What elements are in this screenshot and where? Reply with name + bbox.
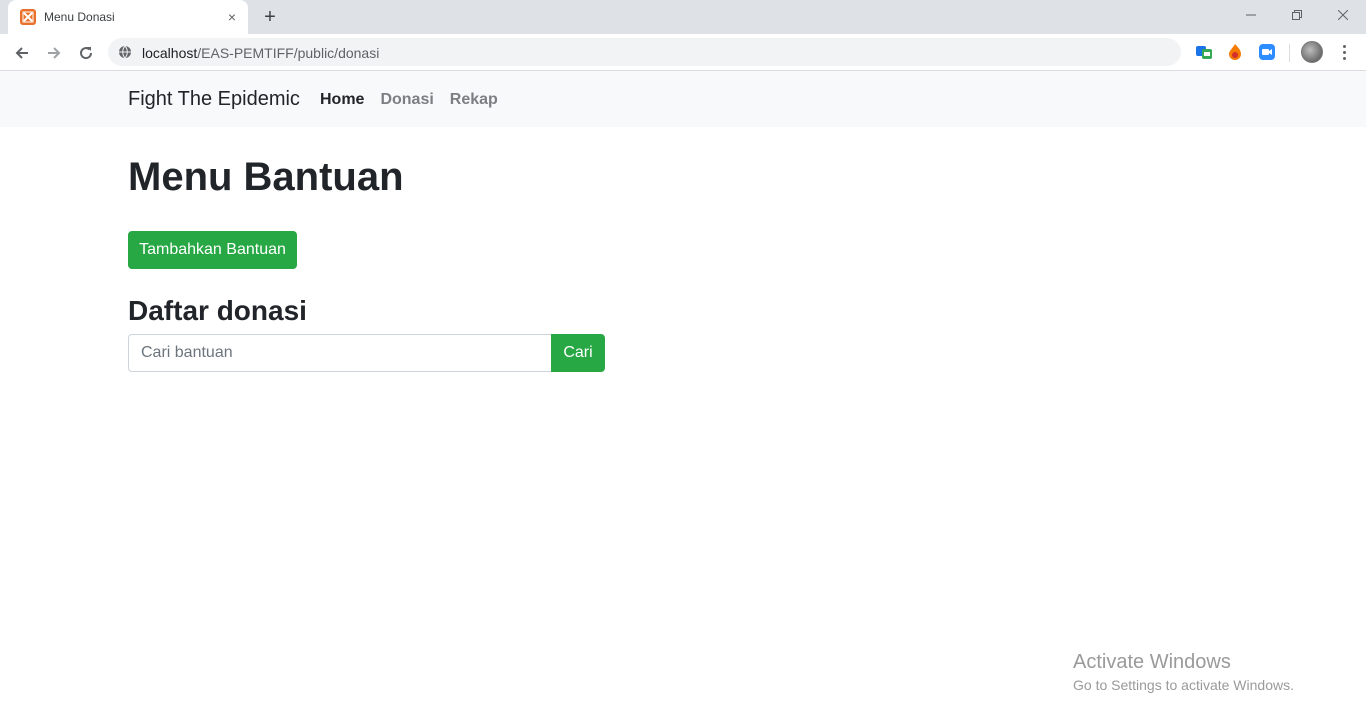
watermark-subtitle: Go to Settings to activate Windows. [1073,677,1294,693]
close-icon [1338,10,1348,20]
address-bar[interactable]: localhost/EAS-PEMTIFF/public/donasi [108,38,1181,66]
toolbar-separator [1289,44,1290,62]
arrow-left-icon [15,47,28,59]
browser-tabstrip: Menu Donasi × + [0,0,1366,34]
arrow-right-icon [48,47,61,59]
search-button[interactable]: Cari [551,334,605,372]
minimize-button[interactable] [1228,0,1274,30]
new-tab-button[interactable]: + [258,6,282,28]
reload-button[interactable] [72,39,100,67]
tab-title: Menu Donasi [44,10,115,24]
restore-icon [1292,10,1302,20]
nav-link-home[interactable]: Home [320,91,364,109]
minimize-icon [1246,14,1256,16]
kebab-menu-icon[interactable] [1334,42,1354,62]
url-host: localhost [142,45,198,61]
url-text: localhost/EAS-PEMTIFF/public/donasi [142,45,379,61]
add-donation-button[interactable]: Tambahkan Bantuan [128,231,297,269]
profile-avatar[interactable] [1301,41,1323,63]
xampp-icon [20,9,36,25]
browser-toolbar: localhost/EAS-PEMTIFF/public/donasi [0,34,1366,71]
nav-link-rekap[interactable]: Rekap [450,91,498,109]
zoom-extension-icon[interactable] [1258,43,1276,61]
translate-extension-icon[interactable] [1195,43,1213,61]
browser-tab[interactable]: Menu Donasi × [8,0,248,34]
windows-activation-watermark: Activate Windows Go to Settings to activ… [1073,650,1294,696]
reload-icon [80,47,93,60]
search-input[interactable] [128,334,551,372]
globe-icon[interactable] [118,45,132,59]
page-title: Menu Bantuan [128,155,404,199]
flame-extension-icon[interactable] [1226,43,1244,61]
nav-link-donasi[interactable]: Donasi [380,91,433,109]
watermark-title: Activate Windows [1073,651,1231,673]
tab-close-icon[interactable]: × [224,9,240,25]
nav-links: Home Donasi Rekap [320,91,498,109]
restore-button[interactable] [1274,0,1320,30]
back-button[interactable] [8,39,36,67]
section-title: Daftar donasi [128,295,307,326]
brand-link[interactable]: Fight The Epidemic [128,88,300,111]
forward-button[interactable] [40,39,68,67]
site-navbar: Fight The Epidemic Home Donasi Rekap [0,71,1366,127]
url-path: /EAS-PEMTIFF/public/donasi [197,45,380,61]
search-group: Cari [128,334,605,372]
window-close-button[interactable] [1320,0,1366,30]
